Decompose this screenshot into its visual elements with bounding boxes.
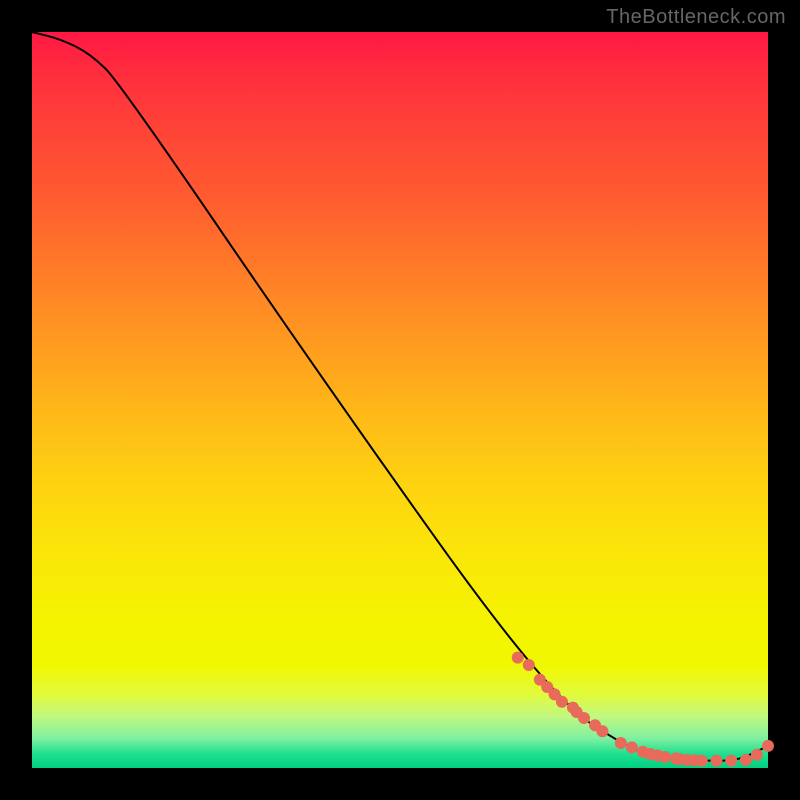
plot-area <box>32 32 768 768</box>
data-point <box>578 712 590 724</box>
chart-container: TheBottleneck.com <box>0 0 800 800</box>
data-point <box>696 755 708 767</box>
data-point <box>659 751 671 763</box>
data-point <box>512 652 524 664</box>
watermark-text: TheBottleneck.com <box>606 6 786 29</box>
data-point <box>740 754 752 766</box>
data-point <box>751 749 763 761</box>
chart-svg <box>32 32 768 768</box>
data-point <box>596 725 608 737</box>
data-point <box>523 659 535 671</box>
scatter-points <box>512 652 774 767</box>
bottleneck-curve <box>32 32 768 761</box>
data-point <box>710 755 722 767</box>
data-point <box>725 755 737 767</box>
data-point <box>615 737 627 749</box>
data-point <box>626 741 638 753</box>
data-point <box>556 696 568 708</box>
data-point <box>762 740 774 752</box>
